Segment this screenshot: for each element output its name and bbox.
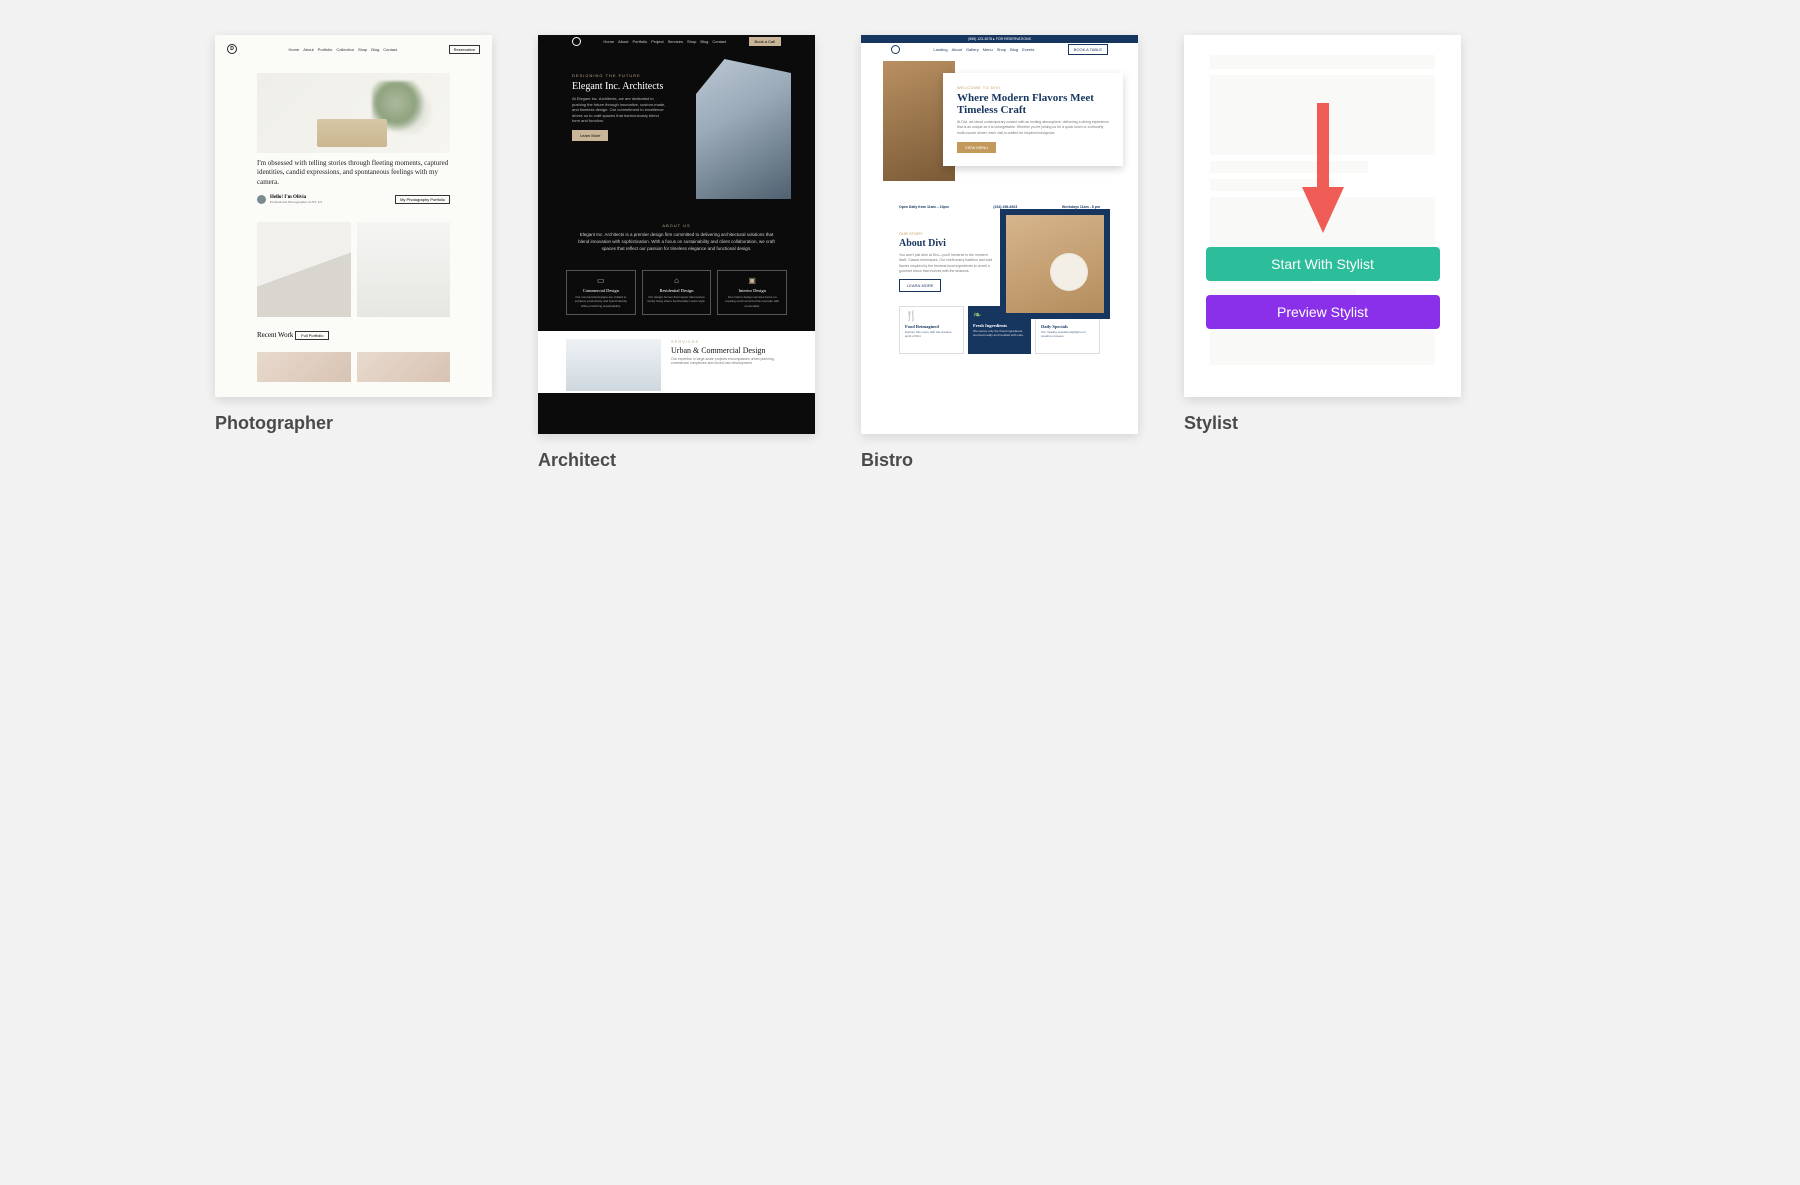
template-title: Architect (538, 450, 815, 471)
preview-nav: Home About Portfolio Project Services Sh… (603, 39, 726, 44)
avatar-icon (257, 195, 266, 204)
preview-about-text: Elegant Inc. Architects is a premier des… (578, 232, 775, 252)
logo-icon (891, 45, 900, 54)
preview-about-body: You won't just dine at Divi—you'll immer… (899, 253, 994, 274)
preview-banner: (555) 123-4578 ▸ FOR RESERVATIONS (861, 35, 1138, 43)
template-card-photographer[interactable]: D Home About Portfolio Collection Shop B… (215, 35, 492, 434)
hover-overlay: Start With Stylist Preview Stylist (1184, 35, 1461, 397)
service-icon: ⌂ (647, 277, 707, 285)
preview-footer-eyebrow: SERVICES (671, 339, 787, 344)
preview-nav: Landing About Gallery Menu Shop Blog Eve… (933, 47, 1034, 52)
preview-hero-btn: VIEW MENU (957, 142, 996, 153)
template-card-bistro[interactable]: (555) 123-4578 ▸ FOR RESERVATIONS Landin… (861, 35, 1138, 434)
preview-about-eyebrow: ABOUT US (578, 223, 775, 228)
preview-info-strip: Open Daily from 11am – 10pm (234) 456-65… (861, 195, 1138, 209)
template-thumbnail: Home About Portfolio Project Services Sh… (538, 35, 815, 434)
logo-icon (572, 37, 581, 46)
preview-author-row: Hello! I'm Olivia Professional Photograp… (257, 195, 450, 204)
preview-hero-btn: Learn More (572, 130, 608, 141)
template-thumbnail-hover: Start With Stylist Preview Stylist (1184, 35, 1461, 397)
template-title: Photographer (215, 413, 492, 434)
preview-intro-text: I'm obsessed with telling stories throug… (257, 159, 450, 187)
preview-nav-cta: Book a Call (749, 37, 781, 46)
feature-icon: 🍴 (905, 312, 958, 322)
service-icon: ▭ (571, 277, 631, 285)
template-thumbnail: (555) 123-4578 ▸ FOR RESERVATIONS Landin… (861, 35, 1138, 434)
preview-image-row (257, 222, 450, 317)
arrow-down-icon (1302, 103, 1344, 233)
preview-footer-image (566, 339, 661, 391)
template-title: Bistro (861, 450, 1138, 471)
template-thumbnail: D Home About Portfolio Collection Shop B… (215, 35, 492, 397)
preview-hero-card: WELCOME TO DIVI Where Modern Flavors Mee… (943, 73, 1123, 166)
preview-footer-heading: Urban & Commercial Design (671, 346, 787, 355)
preview-nav-cta: BOOK A TABLE (1068, 44, 1108, 55)
preview-building-image (696, 59, 791, 199)
template-title: Stylist (1184, 413, 1461, 434)
template-card-architect[interactable]: Home About Portfolio Project Services Sh… (538, 35, 815, 434)
preview-about-image (1000, 209, 1110, 319)
start-with-template-button[interactable]: Start With Stylist (1206, 247, 1440, 281)
preview-nav: Home About Portfolio Collection Shop Blo… (289, 47, 398, 52)
preview-about-btn: LEARN MORE (899, 279, 941, 292)
preview-nav-cta: Reservation (449, 45, 480, 54)
template-gallery: D Home About Portfolio Collection Shop B… (0, 0, 1800, 1185)
logo-icon: D (227, 44, 237, 54)
preview-recent-heading: Recent Work Full Portfolio (257, 327, 450, 340)
preview-image-row (257, 352, 450, 382)
template-grid: D Home About Portfolio Collection Shop B… (215, 35, 1585, 434)
preview-hero-image (257, 73, 450, 153)
preview-body: At Elegant Inc. Architects, we are dedic… (572, 96, 667, 124)
preview-author-btn: My Photography Portfolio (395, 195, 450, 204)
preview-template-button[interactable]: Preview Stylist (1206, 295, 1440, 329)
template-card-stylist[interactable]: Start With Stylist Preview Stylist Styli… (1184, 35, 1461, 434)
service-icon: ▣ (722, 277, 782, 285)
preview-service-cards: ▭Commercial DesignOur commercial designs… (538, 262, 815, 331)
